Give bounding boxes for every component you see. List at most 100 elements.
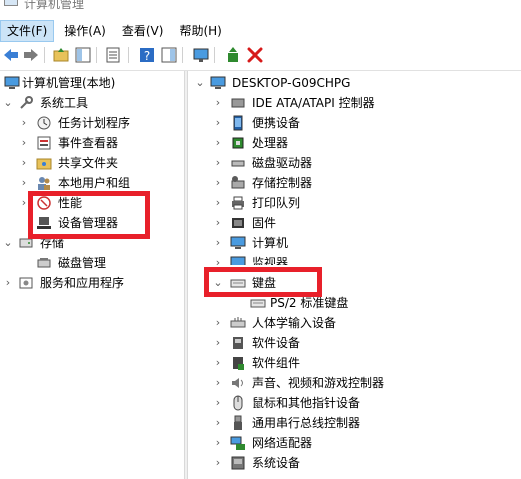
chevron-right-icon[interactable]: › [212, 213, 224, 233]
device-category-hid[interactable]: › 人体学输入设备 [188, 313, 521, 333]
tree-item-disk-management[interactable]: 磁盘管理 [0, 253, 184, 273]
chevron-right-icon[interactable]: › [212, 93, 224, 113]
chevron-right-icon[interactable]: › [212, 373, 224, 393]
chevron-right-icon[interactable]: › [212, 233, 224, 253]
usb-label: 通用串行总线控制器 [252, 416, 361, 430]
computer-icon [230, 236, 246, 249]
chevron-right-icon[interactable]: › [212, 333, 224, 353]
annotation-highlight-box [204, 267, 322, 297]
mouse-icon [233, 395, 243, 411]
users-icon [38, 177, 50, 190]
menu-help[interactable]: 帮助(H) [173, 20, 227, 42]
sound-label: 声音、视频和游戏控制器 [252, 376, 385, 390]
chevron-right-icon[interactable]: › [212, 353, 224, 373]
tree-item-services-apps[interactable]: › 服务和应用程序 [0, 273, 184, 293]
monitors-label: 监视器 [252, 256, 289, 265]
tree-item-local-users[interactable]: › 本地用户和组 [0, 173, 184, 193]
network-label: 网络适配器 [252, 436, 313, 450]
window-title: 计算机管理 [24, 0, 85, 11]
disk-management-icon [37, 258, 51, 268]
chevron-right-icon[interactable]: › [212, 253, 224, 265]
processor-icon [232, 137, 244, 149]
tree-item-shared-folders[interactable]: › 共享文件夹 [0, 153, 184, 173]
chevron-right-icon[interactable]: › [212, 173, 224, 193]
firmware-label: 固件 [252, 216, 277, 230]
chevron-right-icon[interactable]: › [212, 153, 224, 173]
menu-bar: 文件(F) 操作(A) 查看(V) 帮助(H) [0, 20, 521, 42]
portable-label: 便携设备 [252, 116, 301, 130]
device-category-ide[interactable]: › IDE ATA/ATAPI 控制器 [188, 93, 521, 113]
device-category-usb[interactable]: › 通用串行总线控制器 [188, 413, 521, 433]
up-folder-icon[interactable] [52, 46, 70, 64]
device-category-disk-drives[interactable]: › 磁盘驱动器 [188, 153, 521, 173]
uninstall-x-icon[interactable] [246, 46, 264, 64]
menu-file[interactable]: 文件(F) [0, 20, 55, 42]
device-category-portable[interactable]: › 便携设备 [188, 113, 521, 133]
chevron-right-icon[interactable]: › [2, 273, 14, 293]
chevron-right-icon[interactable]: › [212, 313, 224, 333]
chevron-down-icon[interactable]: ⌄ [2, 93, 14, 113]
chevron-right-icon[interactable]: › [212, 393, 224, 413]
speaker-icon [232, 378, 243, 388]
chevron-right-icon[interactable]: › [212, 413, 224, 433]
device-category-mice[interactable]: › 鼠标和其他指针设备 [188, 393, 521, 413]
system-devices-label: 系统设备 [252, 456, 301, 470]
software-devices-label: 软件设备 [252, 336, 301, 350]
show-hide-tree-icon[interactable] [74, 46, 92, 64]
services-apps-label: 服务和应用程序 [40, 276, 125, 290]
help-icon[interactable]: ? [138, 46, 156, 64]
action-pane-icon[interactable] [160, 46, 178, 64]
local-users-label: 本地用户和组 [58, 176, 131, 190]
chevron-right-icon[interactable]: › [18, 113, 30, 133]
chevron-right-icon[interactable]: › [212, 453, 224, 473]
chevron-right-icon[interactable]: › [212, 193, 224, 213]
tree-item-system-tools[interactable]: ⌄ 系统工具 [0, 93, 184, 113]
device-category-system-devices[interactable]: › 系统设备 [188, 453, 521, 473]
device-category-print-queue[interactable]: › 打印队列 [188, 193, 521, 213]
chevron-right-icon[interactable]: › [212, 133, 224, 153]
system-device-icon [231, 456, 245, 470]
device-category-processor[interactable]: › 处理器 [188, 133, 521, 153]
toolbar-separator [96, 47, 97, 63]
tree-root-computer-management[interactable]: 计算机管理(本地) [0, 73, 184, 93]
update-driver-icon[interactable] [224, 46, 242, 64]
device-category-computer[interactable]: › 计算机 [188, 233, 521, 253]
ide-label: IDE ATA/ATAPI 控制器 [252, 96, 375, 110]
device-category-software-components[interactable]: › 软件组件 [188, 353, 521, 373]
hid-icon [230, 317, 246, 328]
menu-view[interactable]: 查看(V) [116, 20, 170, 42]
portable-device-icon [233, 115, 243, 131]
device-category-software-devices[interactable]: › 软件设备 [188, 333, 521, 353]
chevron-right-icon[interactable]: › [18, 153, 30, 173]
toolbar-separator [128, 47, 129, 63]
chevron-right-icon[interactable]: › [212, 113, 224, 133]
hid-label: 人体学输入设备 [252, 316, 337, 330]
annotation-highlight-box [28, 191, 150, 239]
tree-item-event-viewer[interactable]: › 事件查看器 [0, 133, 184, 153]
tree-item-task-scheduler[interactable]: › 任务计划程序 [0, 113, 184, 133]
properties-icon[interactable] [104, 46, 122, 64]
toolbar-separator [182, 47, 183, 63]
chevron-right-icon[interactable]: › [18, 173, 30, 193]
device-category-network[interactable]: › 网络适配器 [188, 433, 521, 453]
chevron-down-icon[interactable]: ⌄ [2, 233, 14, 253]
back-arrow-icon[interactable] [2, 46, 20, 64]
tree-root-computer[interactable]: ⌄ DESKTOP-G09CHPG [188, 73, 521, 93]
device-category-sound[interactable]: › 声音、视频和游戏控制器 [188, 373, 521, 393]
forward-arrow-icon[interactable] [22, 46, 40, 64]
menu-action[interactable]: 操作(A) [58, 20, 112, 42]
chevron-right-icon[interactable]: › [18, 133, 30, 153]
device-tree-pane: ⌄ DESKTOP-G09CHPG › IDE ATA/ATAPI 控制器 › … [188, 71, 521, 479]
device-category-storage-controllers[interactable]: › 存储控制器 [188, 173, 521, 193]
event-viewer-label: 事件查看器 [58, 136, 119, 150]
device-category-firmware[interactable]: › 固件 [188, 213, 521, 233]
monitor-icon [230, 256, 246, 265]
monitor-icon[interactable] [192, 46, 210, 64]
clock-icon [37, 116, 51, 130]
chevron-right-icon[interactable]: › [212, 433, 224, 453]
event-viewer-icon [37, 136, 51, 150]
processor-label: 处理器 [252, 136, 289, 150]
device-category-monitors[interactable]: › 监视器 [188, 253, 521, 265]
chevron-down-icon[interactable]: ⌄ [194, 73, 206, 93]
ide-controller-icon [231, 98, 245, 108]
